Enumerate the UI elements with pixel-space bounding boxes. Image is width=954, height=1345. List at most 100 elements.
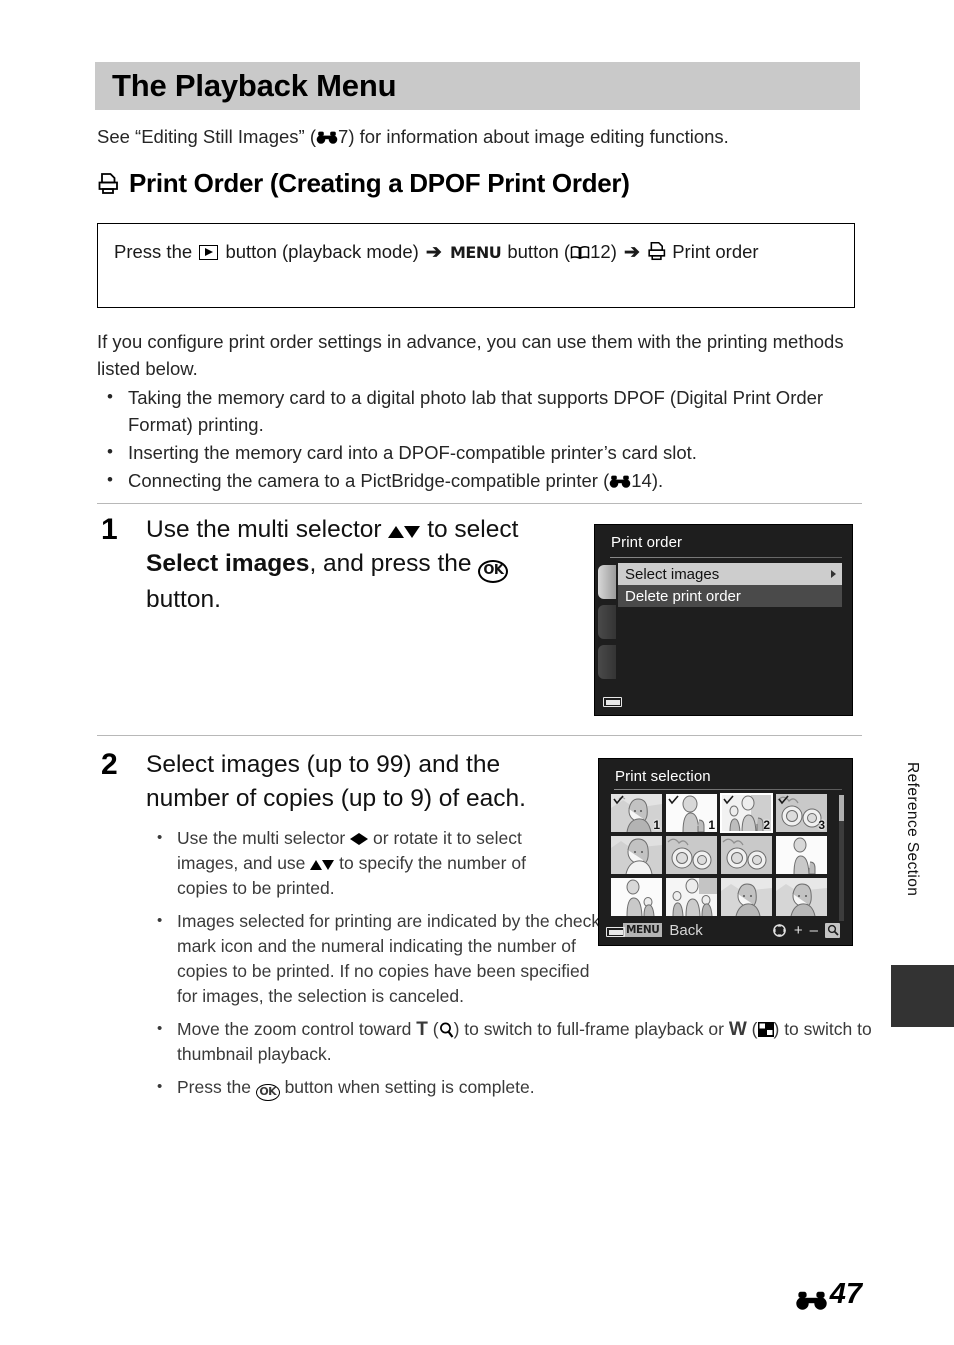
arrow-right-icon-2: ➔ — [624, 242, 640, 263]
intro-ref-number: 7 — [338, 126, 349, 147]
magnify-icon — [825, 922, 840, 938]
intro-text-after: ) for information about image editing fu… — [348, 126, 729, 147]
thumbnail-cell[interactable] — [666, 836, 717, 874]
playback-button-icon — [199, 245, 219, 260]
check-mark-icon — [778, 795, 789, 805]
page-title: The Playback Menu — [112, 68, 397, 103]
zoom-t-label: T — [416, 1019, 428, 1040]
step1-text-a: Use the multi selector — [146, 516, 382, 543]
triangle-right-icon — [359, 833, 369, 845]
thumbnail-cell[interactable] — [721, 878, 772, 916]
footer-icon-group: + – — [772, 922, 840, 939]
menu-key-badge[interactable]: MENU — [623, 923, 663, 937]
thumbnail-cell[interactable]: 3 — [776, 794, 827, 832]
step1-text-b: to select — [427, 516, 519, 543]
lcd-tab-strip — [598, 565, 616, 685]
arrow-right-icon-1: ➔ — [425, 242, 442, 263]
plus-icon: + — [793, 921, 803, 939]
bullet-ref-num: 14 — [631, 470, 652, 491]
path-seg-5: Print order — [672, 241, 759, 262]
thumbnail-cell[interactable]: 1 — [666, 794, 717, 832]
list-item: Connecting the camera to a PictBridge-co… — [97, 466, 872, 494]
s2b4-b: button when setting is complete. — [284, 1077, 535, 1097]
menu-item-delete-print-order[interactable]: Delete print order — [618, 585, 842, 607]
lcd-menu-list: Select images Delete print order — [618, 563, 842, 607]
lcd-header-rule — [614, 789, 842, 790]
ok-button-icon: OK — [478, 560, 509, 583]
chevron-right-icon — [831, 570, 836, 578]
page-number: 47 — [795, 1278, 862, 1311]
step-2-number: 2 — [101, 748, 118, 781]
lcd-tab-active[interactable] — [598, 565, 616, 599]
magnify-icon — [439, 1020, 454, 1038]
lcd-footer-bar: MENU Back + – — [599, 919, 852, 941]
path-seg-2: button (playback mode) — [225, 241, 419, 262]
path-seg-3: button ( — [507, 241, 571, 262]
thumbnail-cell[interactable] — [721, 836, 772, 874]
thumbnail-cell[interactable] — [776, 836, 827, 874]
step1-bold-option: Select images — [146, 550, 310, 577]
thumbnail-cell[interactable] — [611, 878, 662, 916]
list-item: Move the zoom control toward T () to swi… — [146, 1016, 881, 1067]
scrollbar-knob[interactable] — [839, 795, 844, 821]
list-item: Inserting the memory card into a DPOF-co… — [97, 438, 872, 466]
manual-book-icon — [570, 239, 590, 260]
printer-icon — [97, 172, 120, 195]
thumbnail-grid: 1 1 2 3 — [611, 793, 831, 916]
ok-button-icon: OK — [255, 1083, 280, 1101]
divider-rule-1 — [97, 503, 862, 504]
reference-section-icon — [609, 468, 631, 488]
thumbnail-cell[interactable] — [776, 878, 827, 916]
s2b4-a: Press the — [177, 1077, 251, 1097]
lcd-tab-2[interactable] — [598, 605, 616, 639]
lcd-print-order-screen: Print order Select images Delete print o… — [594, 524, 853, 716]
lcd-print-order-title: Print order — [611, 534, 683, 551]
rotary-multi-selector-icon — [772, 923, 787, 938]
check-mark-icon — [613, 795, 624, 805]
step-2-heading: Select images (up to 99) and the number … — [146, 751, 526, 812]
minus-icon: – — [809, 921, 818, 939]
step1-text-c: , and press the — [309, 550, 472, 577]
battery-full-icon — [606, 927, 625, 937]
bullet-text-after: ). — [651, 470, 664, 491]
copies-count: 2 — [763, 818, 770, 832]
lcd-print-selection-screen: Print selection 1 1 2 3 MENU Back + – — [598, 758, 853, 946]
copies-count: 1 — [708, 818, 715, 832]
section-heading-label: Print Order (Creating a DPOF Print Order… — [129, 168, 630, 198]
lcd-tab-3[interactable] — [598, 645, 616, 679]
thumbnail-scrollbar[interactable] — [839, 795, 844, 921]
list-item: Taking the memory card to a digital phot… — [97, 383, 872, 438]
bullet-text-before: Connecting the camera to a PictBridge-co… — [128, 470, 610, 491]
path-seg-4: ) — [610, 241, 617, 262]
reference-section-icon — [316, 125, 338, 144]
intro-paragraph: If you configure print order settings in… — [97, 331, 844, 379]
triangle-down-icon — [404, 526, 421, 538]
step-1: 1 Use the multi selector to select Selec… — [101, 513, 571, 617]
intro-body: If you configure print order settings in… — [97, 328, 872, 495]
printing-methods-list: Taking the memory card to a digital phot… — [97, 383, 872, 494]
menu-path-box: Press the button (playback mode) ➔ MENU … — [97, 223, 855, 308]
thumbnail-cell[interactable]: 1 — [611, 794, 662, 832]
thumbnail-cell[interactable] — [611, 836, 662, 874]
battery-full-icon — [603, 697, 622, 707]
list-item: Press the OK button when setting is comp… — [146, 1074, 881, 1101]
menu-button-label: MENU — [449, 243, 502, 262]
step-1-heading: Use the multi selector to select Select … — [146, 513, 571, 617]
divider-rule-2 — [97, 735, 862, 736]
thumbnail-grid-icon — [757, 1019, 774, 1037]
intro-line: See “Editing Still Images” (7) for infor… — [97, 124, 867, 150]
thumbnail-cell[interactable] — [666, 878, 717, 916]
triangle-up-icon — [388, 526, 405, 538]
path-book-ref: 12 — [590, 241, 611, 262]
list-item: Images selected for printing are indicat… — [146, 908, 601, 1009]
side-section-label: Reference Section — [904, 762, 921, 897]
page-number-value: 47 — [829, 1278, 862, 1310]
menu-item-select-images[interactable]: Select images — [618, 563, 842, 585]
step-1-number: 1 — [101, 513, 118, 546]
back-label: Back — [669, 921, 703, 939]
side-section-tab — [891, 965, 954, 1027]
copies-count: 3 — [818, 818, 825, 832]
menu-item-label: Delete print order — [625, 587, 741, 605]
thumbnail-cell-current[interactable]: 2 — [720, 793, 773, 833]
manual-page: The Playback Menu See “Editing Still Ima… — [0, 0, 954, 1345]
